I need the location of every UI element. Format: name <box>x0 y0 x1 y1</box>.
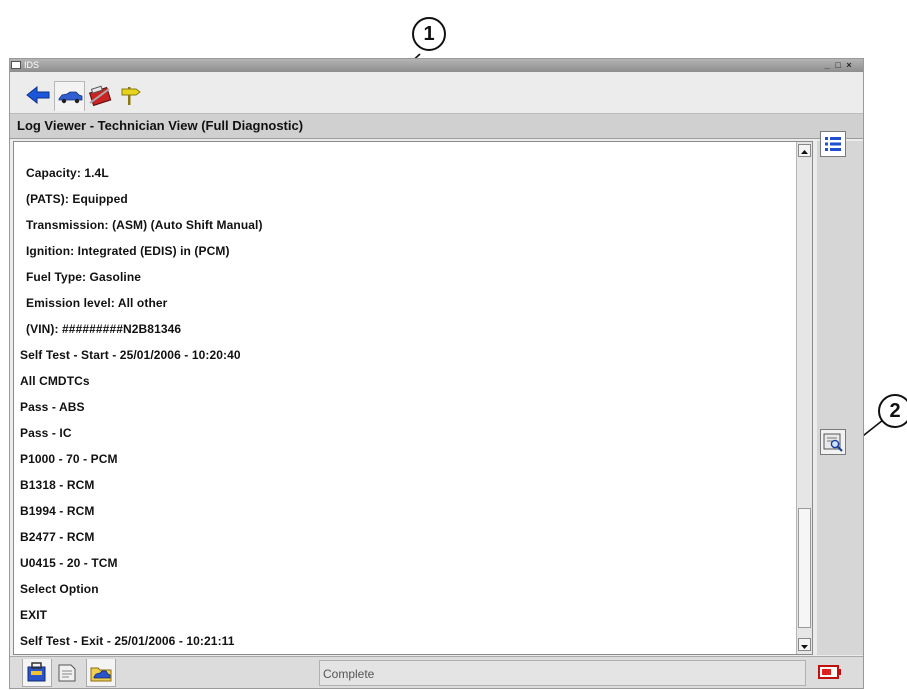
window-title: IDS <box>24 60 40 70</box>
bottom-bar: Complete <box>10 656 863 688</box>
log-line: Self Test - Exit - 25/01/2006 - 10:21:11 <box>20 634 235 648</box>
log-line: Fuel Type: Gasoline <box>26 270 142 284</box>
bottom-tab-vehicle-folder[interactable] <box>86 659 116 687</box>
log-line: Capacity: 1.4L <box>26 166 109 180</box>
log-search-icon <box>823 433 843 452</box>
list-view-button[interactable] <box>820 131 846 157</box>
status-bar: Complete <box>319 660 806 686</box>
close-button[interactable]: × <box>844 60 854 70</box>
log-line: P1000 - 70 - PCM <box>20 452 118 466</box>
minimize-button[interactable]: _ <box>822 60 832 70</box>
side-toolbar <box>817 131 863 655</box>
toolbox-icon <box>27 662 46 682</box>
list-view-icon <box>821 132 845 156</box>
maximize-button[interactable]: □ <box>833 60 843 70</box>
log-line: (PATS): Equipped <box>26 192 128 206</box>
back-arrow-icon <box>26 85 50 105</box>
page-title: Log Viewer - Technician View (Full Diagn… <box>17 118 304 133</box>
log-line: Ignition: Integrated (EDIS) in (PCM) <box>26 244 230 258</box>
tab-toolbox[interactable] <box>85 81 116 111</box>
battery-icon <box>818 665 841 679</box>
log-line: Emission level: All other <box>26 296 168 310</box>
log-line: B1318 - RCM <box>20 478 95 492</box>
tab-signpost[interactable] <box>116 81 147 111</box>
log-line: (VIN): #########N2B81346 <box>26 322 182 336</box>
title-bar: IDS _ □ × <box>10 59 863 72</box>
bottom-tab-toolbox[interactable] <box>22 659 52 687</box>
tab-back[interactable] <box>23 81 54 111</box>
document-icon <box>58 664 76 682</box>
arrow-down-icon <box>801 645 808 649</box>
log-line: EXIT <box>20 608 48 622</box>
vehicle-icon <box>58 91 83 104</box>
callout-2: 2 <box>878 394 907 428</box>
log-line: All CMDTCs <box>20 374 90 388</box>
log-line: Transmission: (ASM) (Auto Shift Manual) <box>26 218 263 232</box>
vertical-scrollbar[interactable] <box>796 142 812 654</box>
scroll-up-button[interactable] <box>798 144 811 157</box>
log-viewer-panel: Capacity: 1.4L (PATS): Equipped Transmis… <box>13 141 813 655</box>
log-line: Select Option <box>20 582 99 596</box>
log-line: U0415 - 20 - TCM <box>20 556 118 570</box>
callout-1: 1 <box>412 17 446 51</box>
log-line: Pass - ABS <box>20 400 85 414</box>
log-line: B2477 - RCM <box>20 530 95 544</box>
log-line: Pass - IC <box>20 426 72 440</box>
log-line: B1994 - RCM <box>20 504 95 518</box>
log-search-button[interactable] <box>820 429 846 455</box>
vehicle-folder-icon <box>90 667 112 682</box>
arrow-up-icon <box>801 150 808 154</box>
view-header: Log Viewer - Technician View (Full Diagn… <box>10 113 863 139</box>
scroll-down-button[interactable] <box>798 638 811 651</box>
toolbox-icon <box>88 85 112 107</box>
status-text: Complete <box>323 667 375 681</box>
log-line: Self Test - Start - 25/01/2006 - 10:20:4… <box>20 348 241 362</box>
signpost-icon <box>121 87 141 105</box>
tab-vehicle[interactable] <box>54 81 85 111</box>
ids-window: IDS _ □ × Log Viewer - Technician View (… <box>9 58 864 689</box>
window-icon <box>11 61 21 69</box>
bottom-tab-document[interactable] <box>53 659 83 687</box>
battery-indicator <box>818 664 842 685</box>
scroll-thumb[interactable] <box>798 508 811 628</box>
